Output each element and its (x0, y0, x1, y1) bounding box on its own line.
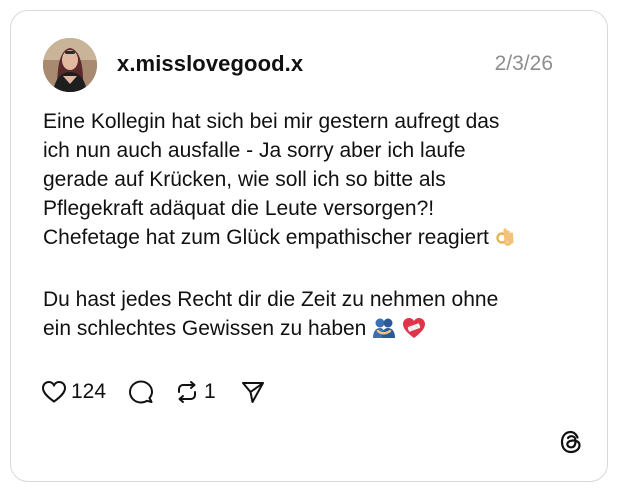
comment-icon (128, 379, 154, 405)
share-button[interactable] (240, 379, 266, 405)
post-line: ein schlechtes Gewissen zu haben (43, 317, 367, 340)
ok-hand-emoji (495, 224, 515, 256)
like-count: 124 (71, 380, 107, 403)
post-paragraph-2: Du hast jedes Recht dir die Zeit zu nehm… (43, 285, 583, 347)
post-paragraph-1: Eine Kollegin hat sich bei mir gestern a… (43, 107, 583, 256)
post-date: 2/3/26 (494, 52, 553, 75)
send-icon (240, 379, 266, 405)
post-line: Eine Kollegin hat sich bei mir gestern a… (43, 110, 500, 133)
people-hugging-emoji (372, 317, 396, 347)
username[interactable]: x.misslovegood.x (117, 51, 303, 77)
heart-icon (41, 380, 67, 404)
repost-button[interactable]: 1 (174, 379, 216, 405)
post-text: Eine Kollegin hat sich bei mir gestern a… (43, 107, 583, 347)
like-button[interactable]: 124 (41, 380, 106, 404)
threads-logo-icon[interactable] (558, 429, 584, 455)
mending-heart-emoji (402, 317, 426, 347)
post-line: Chefetage hat zum Glück empathischer rea… (43, 226, 489, 249)
post-card: x.misslovegood.x 2/3/26 Eine Kollegin ha… (10, 10, 608, 482)
post-line: gerade auf Krücken, wie soll ich so bitt… (43, 168, 446, 191)
action-bar: 124 1 (41, 377, 266, 407)
post-line: ich nun auch ausfalle - Ja sorry aber ic… (43, 139, 466, 162)
comment-button[interactable] (128, 379, 154, 405)
post-line: Pflegekraft adäquat die Leute versorgen?… (43, 197, 435, 220)
repost-count: 1 (204, 380, 216, 403)
repost-icon (174, 379, 200, 405)
avatar[interactable] (43, 38, 97, 92)
post-line: Du hast jedes Recht dir die Zeit zu nehm… (43, 288, 499, 311)
